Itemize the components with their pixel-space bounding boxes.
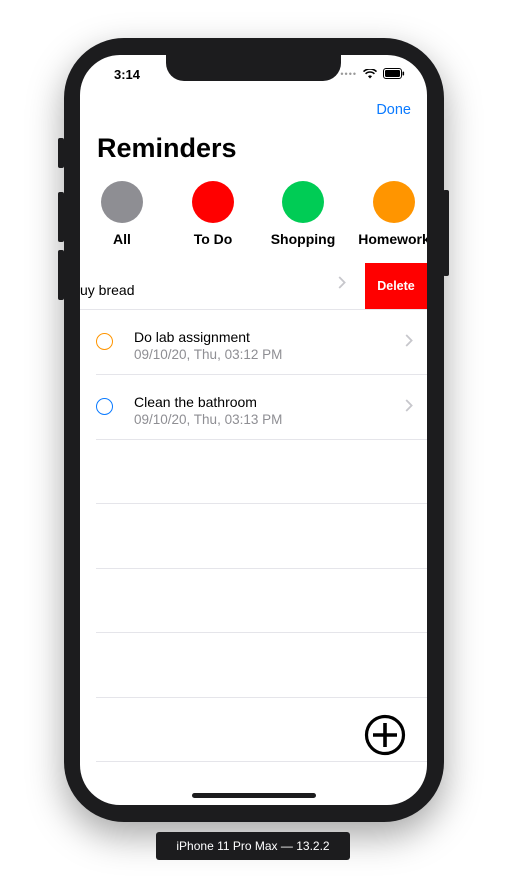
category-to-do-label: To Do — [193, 231, 233, 247]
category-all-circle — [101, 181, 143, 223]
empty-row — [96, 439, 427, 504]
reminder-title: Do lab assignment — [134, 329, 250, 345]
empty-row — [96, 568, 427, 633]
page-title: Reminders — [97, 133, 237, 163]
wifi-icon — [363, 68, 377, 78]
reminder-date: 09/10/20, Thu, 03:13 PM — [134, 412, 283, 427]
chevron-right-icon — [405, 399, 413, 412]
status-time: 3:14 — [114, 67, 141, 82]
category-shopping[interactable]: Shopping — [258, 181, 348, 247]
category-shopping-label: Shopping — [270, 231, 336, 247]
simulator-device-label: iPhone 11 Pro Max — 13.2.2 — [156, 832, 350, 860]
swiped-reminder-title: uy bread — [80, 282, 135, 298]
done-button[interactable]: Done — [376, 102, 411, 118]
empty-row — [96, 633, 427, 698]
delete-button[interactable]: Delete — [365, 263, 427, 309]
category-homework-circle — [373, 181, 415, 223]
mute-switch — [58, 138, 64, 168]
category-shopping-circle — [282, 181, 324, 223]
category-homework[interactable]: Homework — [349, 181, 427, 247]
category-homework-label: Homework — [358, 231, 427, 247]
reminder-row[interactable]: Do lab assignment 09/10/20, Thu, 03:12 P… — [96, 310, 427, 375]
category-all[interactable]: All — [80, 181, 167, 247]
empty-row — [96, 504, 427, 569]
notch — [166, 55, 341, 81]
reminder-title: Clean the bathroom — [134, 394, 257, 410]
swiped-reminder-row[interactable]: uy bread Delete — [80, 263, 427, 310]
status-icons: •••• — [340, 68, 405, 79]
category-list: All To Do Shopping Homework — [80, 181, 427, 251]
category-all-label: All — [113, 231, 131, 247]
volume-up-button — [58, 192, 64, 242]
chevron-right-icon — [405, 334, 413, 347]
chevron-right-icon — [338, 276, 346, 289]
signal-icon: •••• — [340, 68, 357, 79]
battery-icon — [383, 68, 405, 79]
home-indicator[interactable] — [192, 793, 316, 798]
add-circle-icon[interactable] — [364, 714, 406, 756]
completion-circle-icon[interactable] — [96, 398, 113, 415]
reminder-row[interactable]: Clean the bathroom 09/10/20, Thu, 03:13 … — [96, 375, 427, 440]
completion-circle-icon[interactable] — [96, 333, 113, 350]
volume-down-button — [58, 250, 64, 300]
screen: 3:14 •••• Done Reminders All To Do Shopp… — [80, 55, 427, 805]
power-button — [443, 190, 449, 276]
category-to-do-circle — [192, 181, 234, 223]
reminder-date: 09/10/20, Thu, 03:12 PM — [134, 347, 283, 362]
category-to-do[interactable]: To Do — [168, 181, 258, 247]
